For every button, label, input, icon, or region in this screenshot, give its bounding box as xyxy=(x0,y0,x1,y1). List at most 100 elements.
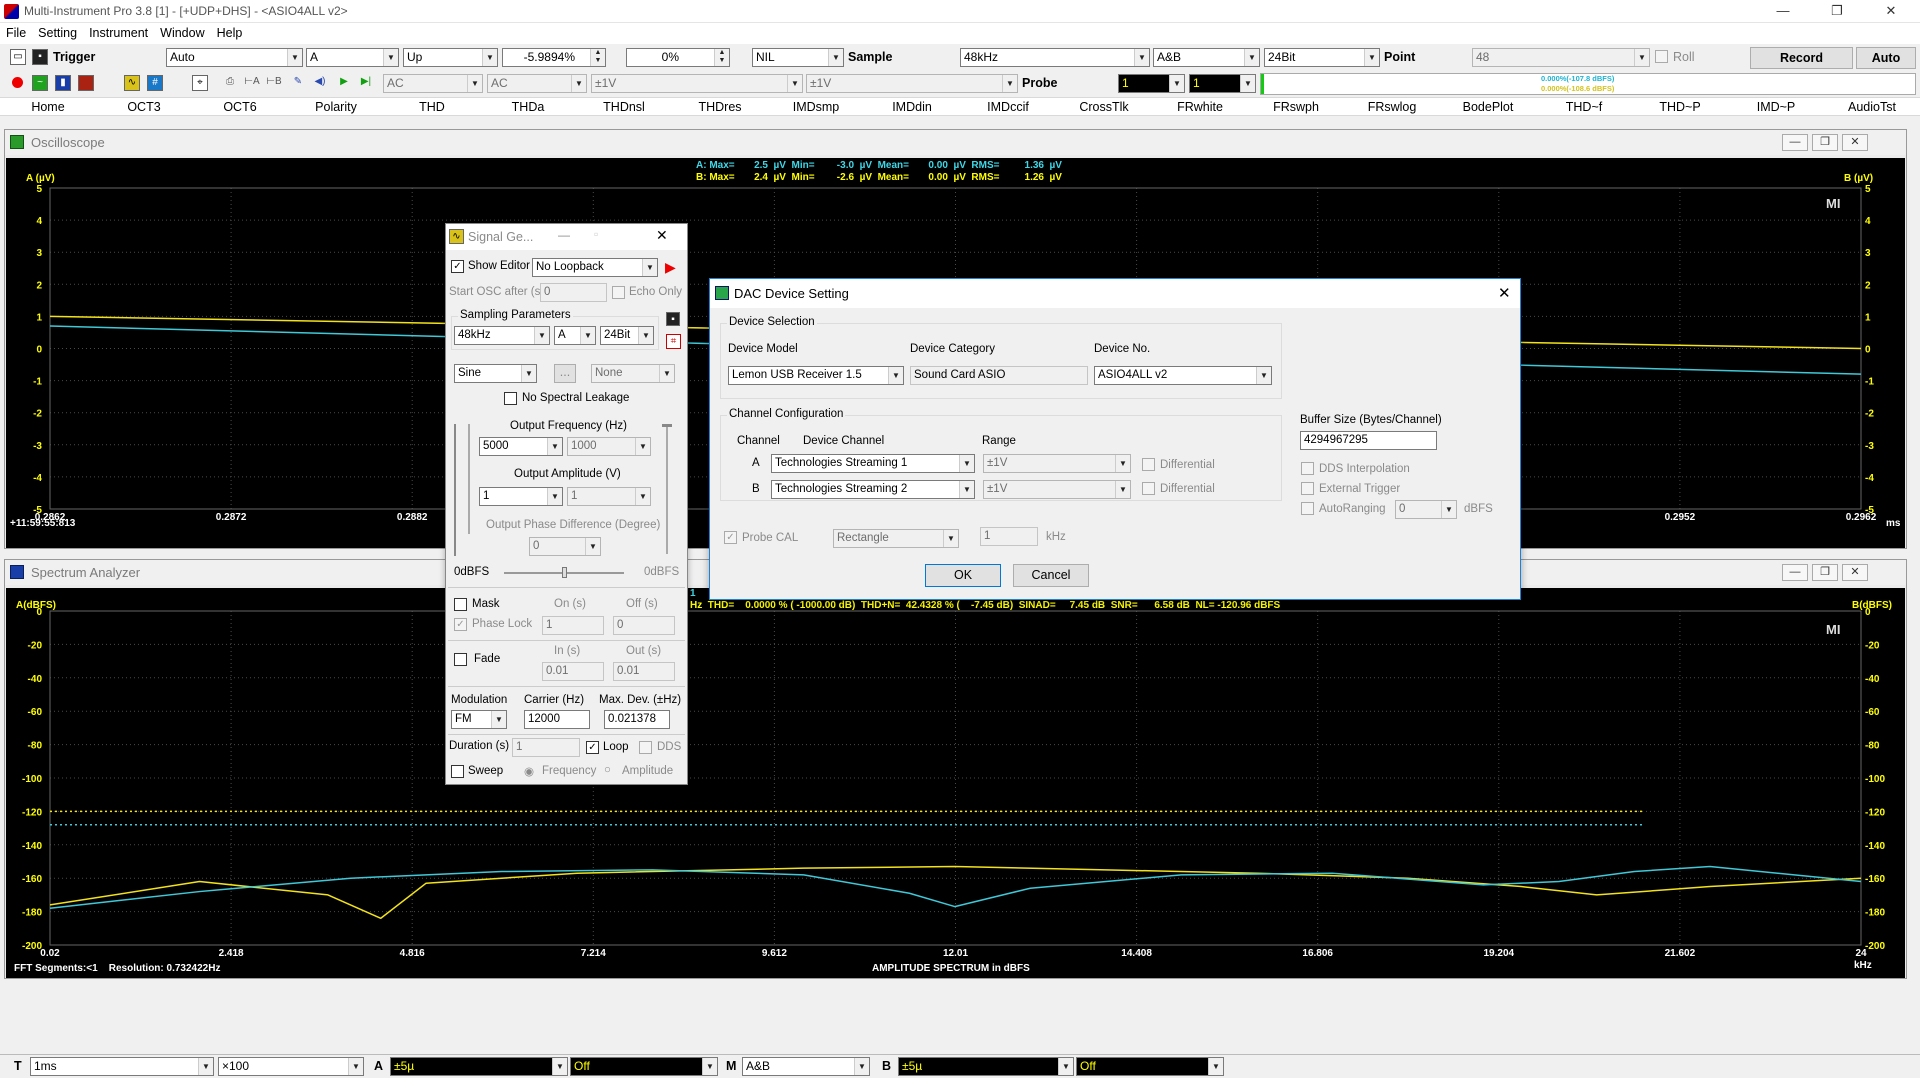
osc-minimize-button[interactable]: — xyxy=(1782,134,1808,151)
frequency-radio[interactable]: ◉ xyxy=(524,764,534,778)
differential-a-checkbox[interactable] xyxy=(1142,458,1155,471)
math-select[interactable]: A&B ▼ xyxy=(742,1057,870,1076)
oscilloscope-icon[interactable]: ~ xyxy=(32,75,48,91)
spectrum-icon[interactable]: ▮ xyxy=(55,75,71,91)
restore-button[interactable]: ❐ xyxy=(1814,0,1860,22)
tab-frwhite[interactable]: FRwhite xyxy=(1177,100,1223,114)
menu-help[interactable]: Help xyxy=(211,23,249,43)
cursor-b-icon[interactable]: ⊢B xyxy=(266,75,282,91)
tab-audiotst[interactable]: AudioTst xyxy=(1848,100,1896,114)
buffer-size-input[interactable]: 4294967295 xyxy=(1300,431,1437,450)
amplitude-a-slider[interactable] xyxy=(454,424,468,556)
tab-imdsmp[interactable]: IMDsmp xyxy=(793,100,840,114)
nil-select[interactable]: NIL ▼ xyxy=(752,48,844,67)
cursor-a-icon[interactable]: ⊢A xyxy=(244,75,260,91)
siggen-minimize-button[interactable]: — xyxy=(558,228,570,242)
play-once-icon[interactable]: ▶| xyxy=(358,75,374,91)
amp-b-input[interactable]: 1 ▼ xyxy=(567,487,651,506)
time-div-select[interactable]: 1ms ▼ xyxy=(30,1057,214,1076)
device-channel-b-select[interactable]: Technologies Streaming 2 ▼ xyxy=(771,480,975,499)
save-icon[interactable]: ▪ xyxy=(666,312,680,326)
echo-only-checkbox[interactable] xyxy=(612,286,625,299)
tab-frswlog[interactable]: FRswlog xyxy=(1368,100,1417,114)
record-button[interactable]: Record xyxy=(1750,47,1853,69)
start-osc-input[interactable]: 0 xyxy=(540,283,607,302)
zoom-select[interactable]: ×100 ▼ xyxy=(218,1057,364,1076)
tab-imd-p[interactable]: IMD~P xyxy=(1757,100,1796,114)
sg-rate-select[interactable]: 48kHz ▼ xyxy=(454,326,550,345)
tab-crosstlk[interactable]: CrossTlk xyxy=(1079,100,1128,114)
probe-cal-waveform-select[interactable]: Rectangle ▼ xyxy=(833,529,959,548)
autoranging-checkbox[interactable] xyxy=(1301,502,1314,515)
fade-checkbox[interactable] xyxy=(454,653,467,666)
tab-oct6[interactable]: OCT6 xyxy=(223,100,256,114)
waveform-options-button[interactable]: ... xyxy=(554,364,576,383)
trigger-percent-input[interactable]: 0% ▲ ▼ xyxy=(626,48,730,67)
spectrum-chart[interactable]: A(dBFS) B(dBFS) 1 k Hz THD= 0.0000 % ( -… xyxy=(6,588,1905,978)
menu-setting[interactable]: Setting xyxy=(32,23,83,43)
sg-channel-select[interactable]: A ▼ xyxy=(554,326,596,345)
show-editor-checkbox[interactable]: ✓ xyxy=(451,260,464,273)
freq-a-input[interactable]: 5000 ▼ xyxy=(479,437,563,456)
sweep-checkbox[interactable] xyxy=(451,765,464,778)
tab-thdnsl[interactable]: THDnsl xyxy=(603,100,645,114)
dds-interpolation-checkbox[interactable] xyxy=(1301,462,1314,475)
channels-select[interactable]: A&B ▼ xyxy=(1153,48,1260,67)
save-icon[interactable]: ▪ xyxy=(32,49,48,65)
tab-thd-p[interactable]: THD~P xyxy=(1659,100,1700,114)
meter-icon[interactable]: # xyxy=(147,75,163,91)
waveform-select[interactable]: Sine ▼ xyxy=(454,364,537,383)
mask-on-input[interactable]: 1 xyxy=(542,616,604,635)
range-b-select[interactable]: ±1V ▼ xyxy=(983,480,1131,499)
mask-checkbox[interactable] xyxy=(454,598,467,611)
menu-file[interactable]: File xyxy=(0,23,32,43)
spec-restore-button[interactable]: ❐ xyxy=(1812,564,1838,581)
siggen-maximize-button[interactable]: ▫ xyxy=(594,227,598,241)
differential-b-checkbox[interactable] xyxy=(1142,482,1155,495)
amp-a-input[interactable]: 1 ▼ xyxy=(479,487,563,506)
cancel-button[interactable]: Cancel xyxy=(1013,564,1089,587)
device-channel-a-select[interactable]: Technologies Streaming 1 ▼ xyxy=(771,454,975,473)
a-scale-select[interactable]: ±5µ ▼ xyxy=(390,1057,568,1076)
coupling-a-select[interactable]: AC ▼ xyxy=(383,74,483,93)
auto-button[interactable]: Auto xyxy=(1856,47,1916,69)
loopback-select[interactable]: No Loopback ▼ xyxy=(532,258,658,277)
tab-home[interactable]: Home xyxy=(31,100,64,114)
spectrogram-icon[interactable] xyxy=(78,75,94,91)
tab-thda[interactable]: THDa xyxy=(512,100,545,114)
trigger-mode-select[interactable]: Auto ▼ xyxy=(166,48,303,67)
range-a-select[interactable]: ±1V ▼ xyxy=(591,74,803,93)
sample-rate-select[interactable]: 48kHz ▼ xyxy=(960,48,1150,67)
printer-icon[interactable]: ⎙ xyxy=(222,75,238,91)
minimize-button[interactable]: — xyxy=(1760,0,1806,22)
menu-instrument[interactable]: Instrument xyxy=(83,23,154,43)
tab-thd[interactable]: THD xyxy=(419,100,445,114)
phase-lock-checkbox[interactable]: ✓ xyxy=(454,618,467,631)
play-icon[interactable]: ▶ xyxy=(665,259,676,276)
spec-minimize-button[interactable]: — xyxy=(1782,564,1808,581)
record-dot-icon[interactable] xyxy=(12,77,23,88)
phase-input[interactable]: 0 ▼ xyxy=(529,537,601,556)
slider-handle[interactable] xyxy=(562,567,567,578)
speaker-icon[interactable]: ◀) xyxy=(312,75,328,91)
spin-icon[interactable]: ▲ ▼ xyxy=(590,49,605,66)
range-a-select[interactable]: ±1V ▼ xyxy=(983,454,1131,473)
device-model-select[interactable]: Lemon USB Receiver 1.5 ▼ xyxy=(728,366,904,385)
slider-handle[interactable] xyxy=(662,424,672,427)
device-no-select[interactable]: ASIO4ALL v2 ▼ xyxy=(1094,366,1272,385)
spec-close-button[interactable]: ✕ xyxy=(1842,564,1868,581)
no-leakage-checkbox[interactable] xyxy=(504,392,517,405)
probe-cal-freq-input[interactable]: 1 xyxy=(980,527,1038,546)
open-folder-icon[interactable]: ▭ xyxy=(10,49,26,65)
window-select[interactable]: None ▼ xyxy=(591,364,675,383)
waveform-editor-icon[interactable]: ⌗ xyxy=(666,334,681,349)
tab-thd-f[interactable]: THD~f xyxy=(1566,100,1602,114)
trigger-level-input[interactable]: -5.9894% ▲ ▼ xyxy=(502,48,606,67)
spectrum-plot[interactable]: A(dBFS) B(dBFS) 1 k Hz THD= 0.0000 % ( -… xyxy=(6,588,1905,978)
siggen-close-button[interactable]: ✕ xyxy=(656,227,668,244)
sg-bits-select[interactable]: 24Bit ▼ xyxy=(600,326,654,345)
external-trigger-checkbox[interactable] xyxy=(1301,482,1314,495)
fade-in-input[interactable]: 0.01 xyxy=(542,662,604,681)
tab-polarity[interactable]: Polarity xyxy=(315,100,357,114)
play-icon[interactable]: ▶ xyxy=(336,75,352,91)
